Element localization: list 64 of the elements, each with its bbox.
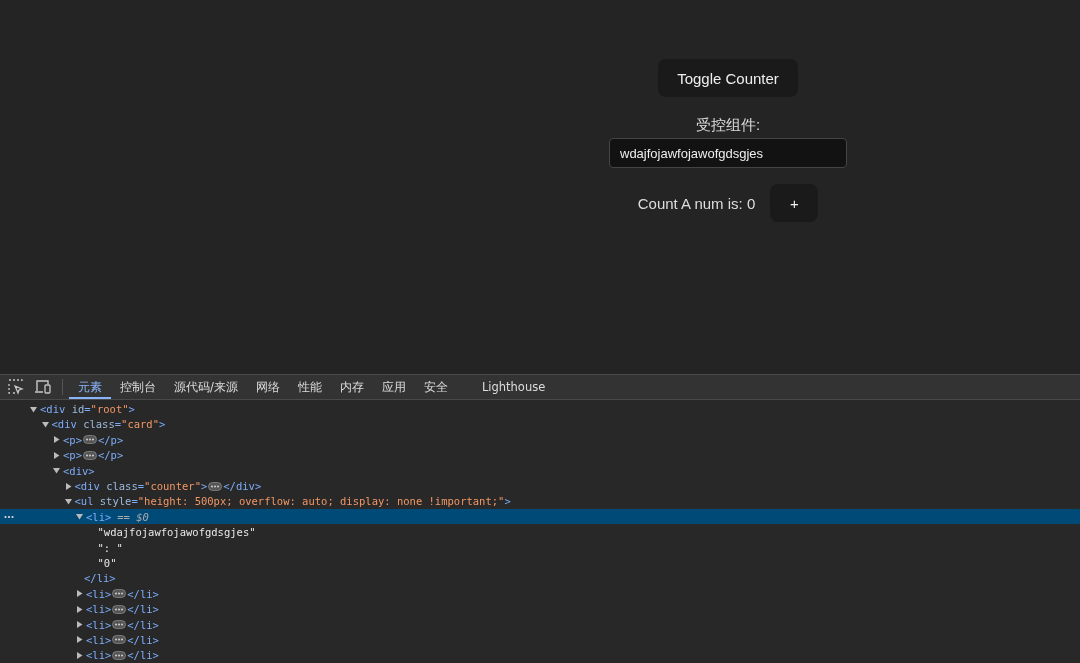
devtools-tab[interactable]: 应用 bbox=[372, 375, 415, 400]
ellipsis-icon[interactable] bbox=[82, 435, 97, 445]
closing-tag: </li> bbox=[127, 618, 159, 631]
ellipsis-icon[interactable] bbox=[112, 620, 127, 629]
element-tag[interactable]: <li> bbox=[86, 603, 112, 616]
increment-button[interactable]: + bbox=[770, 184, 819, 222]
collapsed-triangle-icon[interactable] bbox=[64, 482, 72, 490]
ellipsis-icon[interactable] bbox=[112, 650, 127, 660]
closing-tag: </li> bbox=[127, 587, 159, 600]
ellipsis-icon[interactable] bbox=[112, 604, 127, 614]
text-input-field[interactable]: wdajfojawfojawofgdsgjes bbox=[609, 138, 847, 168]
element-tag[interactable]: <div> bbox=[63, 464, 95, 477]
element-tag[interactable]: <ul style="height: 500px; overflow: auto; display: none !important;"> bbox=[74, 495, 511, 508]
device-toggle-icon[interactable] bbox=[34, 379, 52, 396]
closing-tag: </li> bbox=[127, 649, 159, 662]
collapsed-triangle-icon[interactable] bbox=[76, 605, 83, 613]
ellipsis-icon[interactable] bbox=[112, 635, 127, 645]
collapsed-triangle-icon[interactable] bbox=[53, 451, 60, 459]
devtools-tab[interactable]: 性能 bbox=[288, 375, 331, 400]
devtools-tab[interactable]: Lighthouse bbox=[472, 375, 555, 400]
collapsed-triangle-icon[interactable] bbox=[53, 436, 60, 444]
expanded-triangle-icon[interactable] bbox=[41, 420, 49, 428]
closing-tag: </li> bbox=[127, 633, 159, 646]
expanded-triangle-icon[interactable] bbox=[64, 497, 72, 505]
expanded-triangle-icon[interactable] bbox=[76, 513, 83, 521]
devtools-tab[interactable]: 源代码/来源 bbox=[165, 375, 247, 400]
collapsed-triangle-icon[interactable] bbox=[76, 636, 83, 644]
more-options-icon[interactable] bbox=[4, 515, 14, 520]
ellipsis-icon[interactable] bbox=[112, 589, 127, 599]
selected-node-marker: == $0 bbox=[117, 510, 149, 523]
element-tag[interactable]: <li> bbox=[86, 510, 112, 523]
element-tag[interactable]: <li> bbox=[86, 618, 112, 631]
closing-tag: </p> bbox=[97, 433, 124, 446]
collapsed-triangle-icon[interactable] bbox=[76, 590, 83, 598]
devtools-tab[interactable]: 元素 bbox=[69, 375, 111, 400]
inspect-element-icon[interactable] bbox=[8, 379, 24, 396]
element-tag[interactable]: <li> bbox=[86, 587, 112, 600]
collapsed-triangle-icon[interactable] bbox=[76, 621, 83, 628]
expanded-triangle-icon[interactable] bbox=[53, 467, 60, 475]
toggle-counter-button[interactable]: Toggle Counter bbox=[658, 59, 798, 97]
element-tag[interactable]: <li> bbox=[86, 649, 112, 662]
ellipsis-icon[interactable] bbox=[208, 481, 223, 491]
string-text: "wdajfojawfojawofgdsgjes" bbox=[97, 526, 256, 539]
closing-tag: </li> bbox=[127, 603, 159, 616]
element-tag[interactable]: <div id="root"> bbox=[40, 403, 135, 416]
element-tag[interactable]: <p> bbox=[63, 433, 82, 446]
field-label: 受控组件: bbox=[695, 116, 761, 135]
collapsed-triangle-icon[interactable] bbox=[76, 651, 83, 659]
expanded-triangle-icon[interactable] bbox=[30, 405, 37, 413]
string-text: ": " bbox=[97, 541, 123, 554]
string-text: "0" bbox=[97, 556, 117, 569]
closing-tag: </li> bbox=[84, 572, 116, 585]
counter-text: Count A num is: 0 bbox=[637, 194, 756, 212]
element-tag[interactable]: <div class="counter"> bbox=[74, 480, 208, 492]
closing-tag: </p> bbox=[97, 449, 124, 462]
element-tag[interactable]: <div class="card"> bbox=[51, 418, 166, 431]
devtools-tab[interactable]: 内存 bbox=[330, 375, 373, 400]
closing-tag: </div> bbox=[223, 480, 262, 492]
ellipsis-icon[interactable] bbox=[82, 450, 97, 460]
devtools-tab[interactable]: 控制台 bbox=[111, 375, 165, 400]
devtools-tab[interactable]: 安全 bbox=[414, 375, 457, 400]
element-tag[interactable]: <p> bbox=[63, 449, 82, 462]
element-tag[interactable]: <li> bbox=[86, 633, 112, 646]
devtools-tab[interactable]: 网络 bbox=[246, 375, 289, 400]
